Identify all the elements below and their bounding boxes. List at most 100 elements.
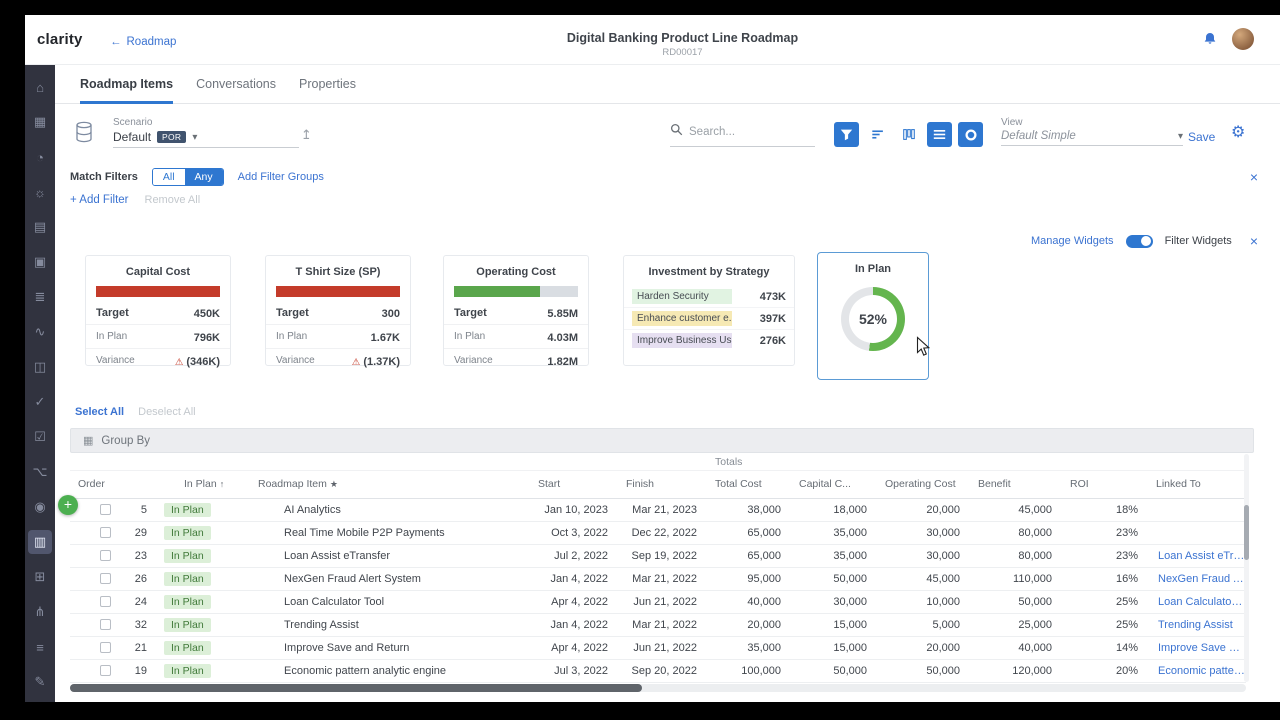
column-order[interactable]: Order [70,471,150,498]
view-selector[interactable]: View Default Simple ▾ [1001,117,1183,146]
roadmap-item-row[interactable]: 26 In Plan NexGen Fraud Alert System Jan… [70,567,1246,590]
sidebar-item-resources[interactable]: ◉ [28,495,52,519]
tab-roadmap-items[interactable]: Roadmap Items [80,77,173,104]
close-widgets-icon[interactable]: × [1250,234,1258,248]
add-roadmap-item-button[interactable]: + [58,495,78,515]
scenario-action-icon[interactable]: ↥ [301,127,312,143]
settings-gear-icon[interactable]: ⚙ [1231,125,1245,141]
search-input[interactable] [689,126,815,138]
manage-widgets-link[interactable]: Manage Widgets [1031,235,1114,247]
sidebar-item-approvals[interactable]: ✓ [28,390,52,414]
column-capital-cost[interactable]: Capital C... [791,471,877,498]
roadmap-item-row[interactable]: 21 In Plan Improve Save and Return Apr 4… [70,636,1246,659]
sidebar-item-timesheets[interactable]: ◔ [28,145,52,169]
horizontal-scrollbar-thumb[interactable] [70,684,642,692]
widget-capital-cost[interactable]: Capital Cost Target ⚠450K In Plan ⚠796K [85,255,231,366]
grid-view-button[interactable] [927,122,952,147]
sidebar-item-administration[interactable]: ≡ [28,635,52,659]
sidebar-item-analytics[interactable]: ∿ [28,320,52,344]
column-linked-to[interactable]: Linked To [1148,471,1246,498]
sidebar-item-tasks[interactable]: ☑ [28,425,52,449]
sidebar-item-data[interactable]: ≣ [28,285,52,309]
sidebar-item-staffing[interactable]: ⊞ [28,565,52,589]
item-name-cell[interactable]: Loan Calculator Tool [250,590,530,613]
sidebar-item-roadmaps[interactable]: ▥ [28,530,52,554]
linked-to-link[interactable]: Improve Save and... [1148,642,1246,654]
item-name-cell[interactable]: Real Time Mobile P2P Payments [250,521,530,544]
strategy-row[interactable]: Enhance customer e... 397K [624,307,794,329]
column-total-cost[interactable]: Total Cost [707,471,791,498]
linked-to-link[interactable]: Trending Assist [1148,619,1246,631]
roadmap-item-row[interactable]: 5 In Plan AI Analytics Jan 10, 2023 Mar … [70,498,1246,521]
column-roadmap-item[interactable]: Roadmap Item★ [250,471,530,498]
strategy-row[interactable]: Harden Security 473K [624,286,794,307]
board-view-button[interactable] [896,122,921,147]
row-checkbox[interactable] [100,642,111,653]
column-roi[interactable]: ROI [1062,471,1148,498]
row-checkbox[interactable] [100,596,111,607]
item-name-cell[interactable]: NexGen Fraud Alert System [250,567,530,590]
close-filters-icon[interactable]: × [1250,170,1258,184]
roadmap-item-row[interactable]: 23 In Plan Loan Assist eTransfer Jul 2, … [70,544,1246,567]
select-all-link[interactable]: Select All [75,406,124,418]
chart-view-button[interactable] [958,122,983,147]
widget-tshirt-size[interactable]: T Shirt Size (SP) Target ⚠300 In Plan ⚠1… [265,255,411,366]
roadmap-item-row[interactable]: 29 In Plan Real Time Mobile P2P Payments… [70,521,1246,544]
linked-to-link[interactable]: Loan Assist eTran... [1148,550,1246,562]
group-by-bar[interactable]: ▦ Group By [70,428,1254,453]
user-avatar[interactable] [1232,28,1254,50]
column-operating-cost[interactable]: Operating Cost [877,471,970,498]
save-view-button[interactable]: Save [1188,130,1215,144]
sidebar-item-reports[interactable]: ▤ [28,215,52,239]
deselect-all-link[interactable]: Deselect All [138,406,195,418]
roadmap-item-row[interactable]: 32 In Plan Trending Assist Jan 4, 2022 M… [70,613,1246,636]
add-filter-button[interactable]: + Add Filter [70,194,129,206]
match-filter-any[interactable]: Any [185,169,223,185]
item-name-cell[interactable]: Trending Assist [250,613,530,636]
widget-operating-cost[interactable]: Operating Cost Target ⚠5.85M In Plan ⚠4.… [443,255,589,366]
sidebar-item-boards[interactable]: ▦ [28,110,52,134]
column-in-plan[interactable]: In Plan↑ [150,471,250,498]
row-checkbox[interactable] [100,504,111,515]
row-checkbox[interactable] [100,665,111,676]
item-name-cell[interactable]: Economic pattern analytic engine [250,659,530,682]
remove-all-button[interactable]: Remove All [145,194,201,206]
linked-to-link[interactable]: NexGen Fraud Ale... [1148,573,1246,585]
sidebar-item-organization[interactable]: ⌥ [28,460,52,484]
sidebar-item-home[interactable]: ⌂ [28,75,52,99]
sidebar-item-tools[interactable]: ✎ [28,670,52,694]
sidebar-item-dashboards[interactable]: ▣ [28,250,52,274]
sidebar-item-ideas[interactable]: ☼ [28,180,52,204]
vertical-scrollbar-thumb[interactable] [1244,505,1249,560]
sidebar-item-connections[interactable]: ⋔ [28,600,52,624]
row-checkbox[interactable] [100,573,111,584]
item-name-cell[interactable]: Loan Assist eTransfer [250,544,530,567]
linked-to-link[interactable]: Loan Calculator T... [1148,596,1246,608]
linked-to-link[interactable]: Economic pattern... [1148,665,1246,677]
strategy-row[interactable]: Improve Business Us... 276K [624,329,794,351]
filter-widgets-toggle[interactable] [1126,235,1153,248]
row-checkbox[interactable] [100,527,111,538]
sidebar-item-documents[interactable]: ◫ [28,355,52,379]
sort-group-button[interactable] [865,122,890,147]
item-name-cell[interactable]: Improve Save and Return [250,636,530,659]
filter-toggle-button[interactable] [834,122,859,147]
add-filter-groups-link[interactable]: Add Filter Groups [238,171,324,183]
tab-properties[interactable]: Properties [299,77,356,104]
match-filter-all[interactable]: All [153,169,185,185]
scenario-caret-icon[interactable]: ▾ [192,132,197,143]
row-checkbox[interactable] [100,550,111,561]
column-start[interactable]: Start [530,471,618,498]
roadmap-item-row[interactable]: 24 In Plan Loan Calculator Tool Apr 4, 2… [70,590,1246,613]
column-finish[interactable]: Finish [618,471,707,498]
view-caret-icon[interactable]: ▾ [1178,131,1183,142]
widget-investment-by-strategy[interactable]: Investment by Strategy Harden Security 4… [623,255,795,366]
column-benefit[interactable]: Benefit [970,471,1062,498]
notifications-bell-icon[interactable] [1202,31,1218,47]
row-checkbox[interactable] [100,619,111,630]
tab-conversations[interactable]: Conversations [196,77,276,104]
scenario-selector[interactable]: Scenario Default POR ▾ [113,117,299,148]
roadmap-item-row[interactable]: 19 In Plan Economic pattern analytic eng… [70,659,1246,682]
widget-in-plan[interactable]: In Plan 52% [817,252,929,380]
item-name-cell[interactable]: AI Analytics [250,498,530,521]
